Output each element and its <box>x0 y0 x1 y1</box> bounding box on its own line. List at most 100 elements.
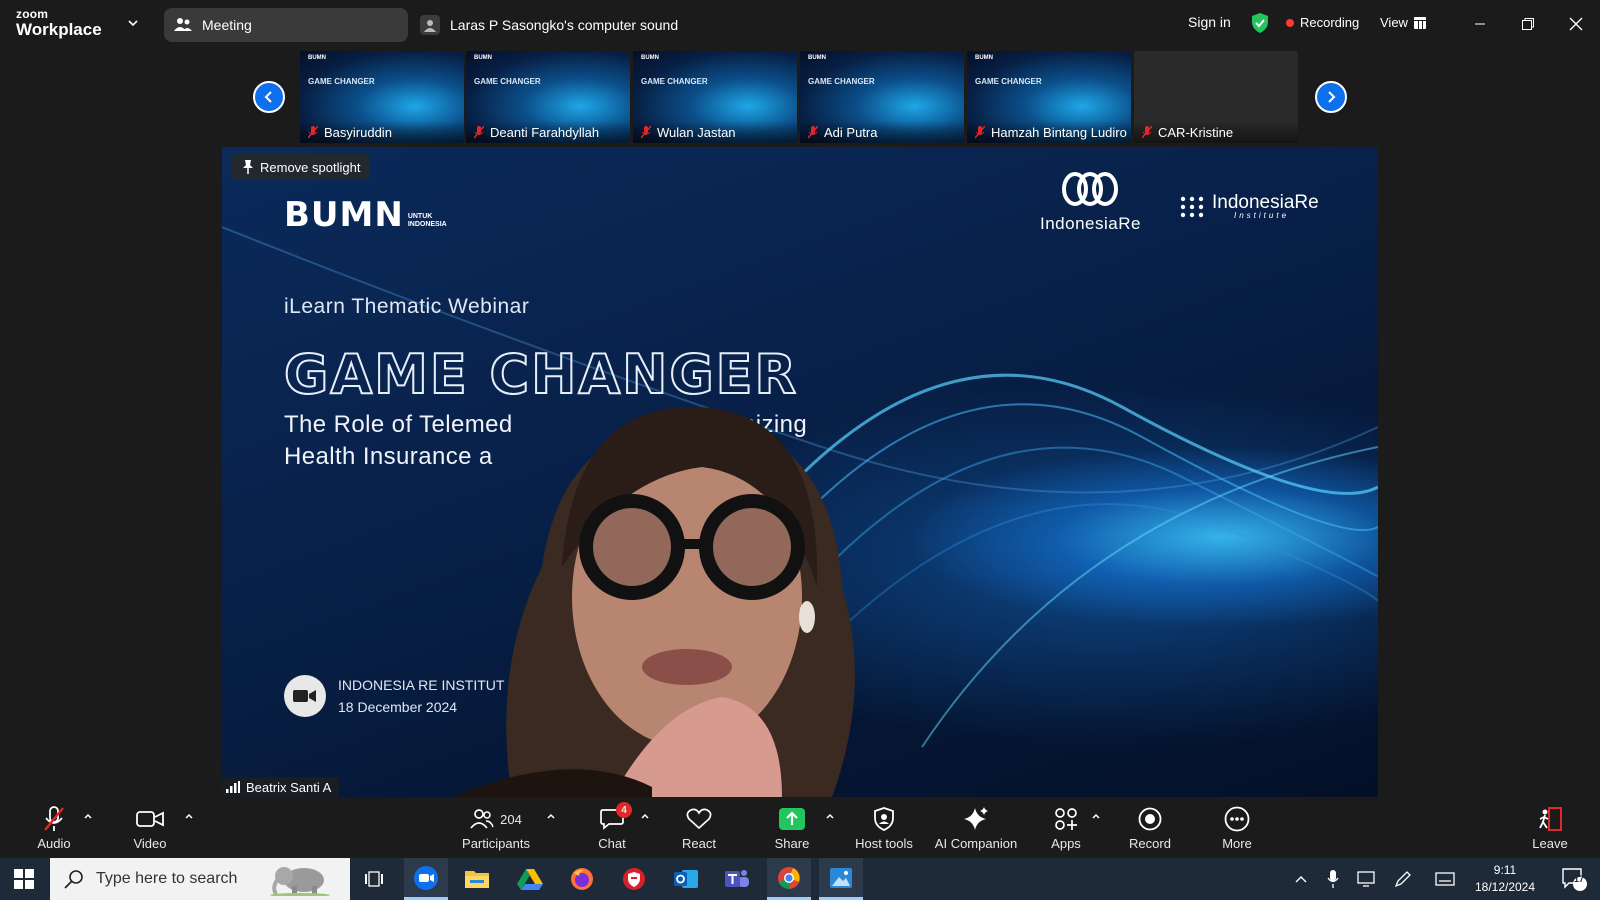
participant-name: CAR-Kristine <box>1158 124 1234 140</box>
speaker-name: Beatrix Santi A <box>246 779 332 795</box>
apps-button[interactable]: Apps <box>1042 797 1090 858</box>
taskbar-chrome[interactable] <box>767 858 811 900</box>
react-button[interactable]: React <box>675 797 723 858</box>
participants-label: Participants <box>462 836 530 851</box>
more-button[interactable]: More <box>1213 797 1261 858</box>
participant-thumbnail[interactable]: CAR-Kristine <box>1134 51 1298 143</box>
tray-pen[interactable] <box>1388 858 1418 900</box>
spotlight-video[interactable]: BUMN UNTUK INDONESIA IndonesiaRe Indonesi… <box>222 147 1378 797</box>
participant-thumbnail[interactable]: BUMN GAME CHANGER Deanti Farahdyllah <box>466 51 630 143</box>
windows-start-icon[interactable] <box>14 869 34 889</box>
notification-center-button[interactable]: 17 <box>1556 858 1592 900</box>
tray-network[interactable] <box>1352 858 1382 900</box>
close-button[interactable] <box>1564 12 1588 36</box>
participant-thumbnail[interactable]: BUMN GAME CHANGER Basyiruddin <box>300 51 464 143</box>
chevron-left-icon <box>264 91 272 103</box>
shield-check-icon[interactable] <box>1250 12 1270 34</box>
apps-options-caret-icon[interactable] <box>1091 811 1101 821</box>
thumbnail-title-text: GAME CHANGER <box>975 77 1042 86</box>
leave-button[interactable]: Leave <box>1526 797 1574 858</box>
teams-icon <box>725 870 749 887</box>
taskbar-outlook[interactable] <box>664 858 708 900</box>
minimize-button[interactable] <box>1468 12 1492 36</box>
thumbnail-title-text: GAME CHANGER <box>474 77 541 86</box>
next-page-button[interactable] <box>1315 81 1347 113</box>
video-button[interactable]: Video <box>126 797 174 858</box>
close-icon <box>1569 17 1583 31</box>
restore-button[interactable] <box>1516 12 1540 36</box>
host-tools-button[interactable]: Host tools <box>848 797 920 858</box>
audio-button[interactable]: Audio <box>30 797 78 858</box>
thumbnail-title-text: GAME CHANGER <box>641 77 708 86</box>
logo-zoom-text: zoom <box>16 7 49 21</box>
sign-in-link[interactable]: Sign in <box>1188 14 1231 30</box>
leave-door-icon <box>1539 807 1562 831</box>
thumbnail-title-text: GAME CHANGER <box>308 77 375 86</box>
taskbar-firefox[interactable] <box>560 858 604 900</box>
participant-name-tag: Hamzah Bintang Ludiro <box>967 121 1131 143</box>
bumn-logo-subtext: UNTUK INDONESIA <box>408 213 447 229</box>
taskbar-teams[interactable] <box>715 858 759 900</box>
video-camera-icon <box>284 675 326 717</box>
indonesia-re-name: IndonesiaRe <box>1040 214 1141 233</box>
shield-icon <box>874 807 894 831</box>
record-button[interactable]: Record <box>1126 797 1174 858</box>
bumn-indonesia: INDONESIA <box>407 221 447 228</box>
recording-dot-icon <box>1286 18 1294 27</box>
taskbar-clock[interactable]: 9:11 18/12/2024 <box>1470 862 1540 896</box>
chevron-right-icon <box>1328 91 1336 103</box>
react-label: React <box>682 836 716 851</box>
recording-indicator[interactable]: Recording <box>1286 15 1359 30</box>
recording-label: Recording <box>1300 15 1360 30</box>
participant-name: Deanti Farahdyllah <box>490 124 600 140</box>
record-icon <box>1138 807 1162 831</box>
muted-mic-icon <box>975 125 985 138</box>
thumbnail-bumn-text: BUMN <box>975 55 993 61</box>
speaker-name-tag: Beatrix Santi A <box>222 777 340 797</box>
taskbar-zoom-app[interactable] <box>404 858 448 900</box>
tray-microphone[interactable] <box>1318 858 1348 900</box>
meeting-tab[interactable]: Meeting <box>164 8 408 42</box>
show-hidden-icons-button[interactable] <box>1286 858 1316 900</box>
share-button[interactable]: Share <box>768 797 816 858</box>
indonesia-re-logo: IndonesiaRe <box>1040 171 1141 234</box>
view-button[interactable]: View <box>1380 15 1426 30</box>
muted-mic-icon <box>808 125 818 138</box>
participant-thumbnail[interactable]: BUMN GAME CHANGER Hamzah Bintang Ludiro <box>967 51 1131 143</box>
webinar-series-title: iLearn Thematic Webinar <box>284 295 530 318</box>
share-options-caret-icon[interactable] <box>825 811 835 821</box>
taskbar-photos[interactable] <box>819 858 863 900</box>
participant-thumbnail[interactable]: BUMN GAME CHANGER Adi Putra <box>800 51 964 143</box>
participants-button[interactable]: 204 Participants <box>460 797 532 858</box>
taskbar-search-input[interactable]: Type here to search <box>50 858 350 900</box>
pen-icon <box>1394 871 1411 888</box>
audio-options-caret-icon[interactable] <box>83 811 93 821</box>
participants-options-caret-icon[interactable] <box>546 811 556 821</box>
participant-name: Wulan Jastan <box>657 124 736 140</box>
signal-strength-icon <box>226 781 240 793</box>
chevron-down-icon[interactable] <box>126 16 140 30</box>
task-view-button[interactable] <box>352 858 396 900</box>
chat-options-caret-icon[interactable] <box>640 811 650 821</box>
video-options-caret-icon[interactable] <box>184 811 194 821</box>
participant-name: Basyiruddin <box>324 124 392 140</box>
taskbar-file-explorer[interactable] <box>455 858 499 900</box>
participant-name: Hamzah Bintang Ludiro <box>991 124 1127 140</box>
tray-keyboard[interactable] <box>1430 858 1460 900</box>
indonesia-re-rings-icon <box>1062 172 1119 206</box>
microphone-icon <box>1327 870 1339 888</box>
chat-label: Chat <box>598 836 626 851</box>
bumn-untuk: UNTUK <box>407 213 433 220</box>
outlook-icon <box>674 870 698 888</box>
ai-companion-button[interactable]: AI Companion <box>930 797 1022 858</box>
chat-unread-badge: 4 <box>616 802 632 818</box>
participant-thumbnail[interactable]: BUMN GAME CHANGER Wulan Jastan <box>633 51 797 143</box>
previous-page-button[interactable] <box>253 81 285 113</box>
remove-spotlight-button[interactable]: Remove spotlight <box>232 154 371 180</box>
chat-button[interactable]: 4 Chat <box>588 797 636 858</box>
video-label: Video <box>133 836 167 851</box>
taskbar-security-app[interactable] <box>612 858 656 900</box>
computer-sound-tab[interactable]: Laras P Sasongko's computer sound <box>420 8 678 42</box>
taskbar-google-drive[interactable] <box>508 858 552 900</box>
more-options-icon <box>1224 806 1250 832</box>
